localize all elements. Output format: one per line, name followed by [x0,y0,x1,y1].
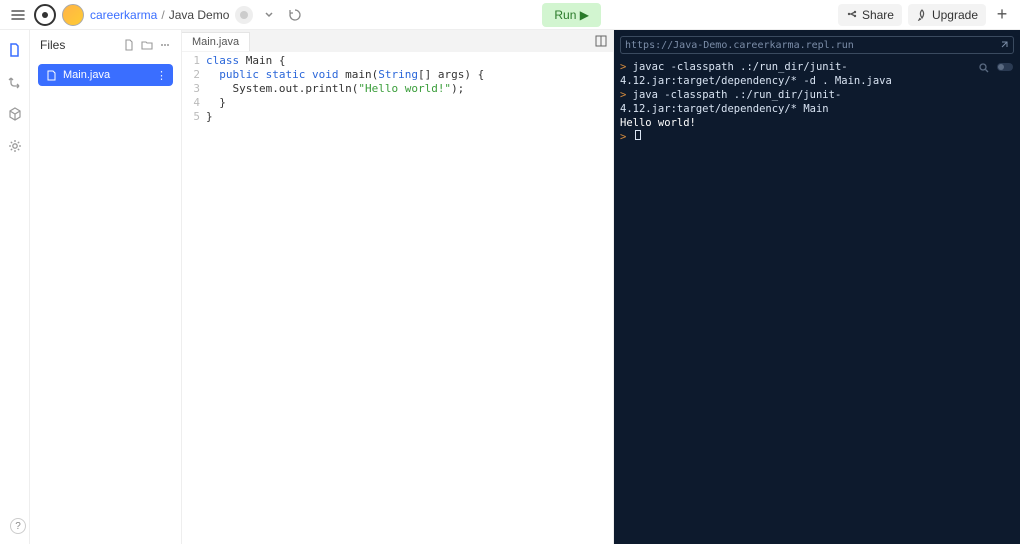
left-rail [0,30,30,544]
topbar: careerkarma / Java Demo Run ▶ Share Upgr… [0,0,1020,30]
hamburger-icon[interactable] [8,5,28,25]
file-item-main-java[interactable]: Main.java ⋮ [38,64,173,86]
layout-toggle-icon[interactable] [595,35,607,47]
packages-icon[interactable] [5,104,25,124]
upgrade-label: Upgrade [932,8,978,22]
share-button[interactable]: Share [838,4,902,26]
toggle-icon[interactable] [996,62,1014,72]
console-urlbar[interactable]: https://Java-Demo.careerkarma.repl.run [620,36,1014,54]
search-icon[interactable] [978,62,990,74]
help-button[interactable]: ? [10,518,26,534]
language-badge-icon[interactable] [235,6,253,24]
console-output[interactable]: > javac -classpath .:/run_dir/junit-4.12… [614,58,1020,544]
code-editor[interactable]: 12345 class Main { public static void ma… [182,52,613,544]
breadcrumb-project[interactable]: Java Demo [169,8,230,22]
history-icon[interactable] [285,5,305,25]
editor-tab-main-java[interactable]: Main.java [182,32,250,51]
files-rail-icon[interactable] [5,40,25,60]
file-icon [46,70,57,81]
files-more-icon[interactable] [159,39,171,51]
new-repl-button[interactable]: + [992,5,1012,25]
file-item-more-icon[interactable]: ⋮ [156,69,167,82]
settings-icon[interactable] [5,136,25,156]
chevron-down-icon[interactable] [259,5,279,25]
console-panel: https://Java-Demo.careerkarma.repl.run >… [614,30,1020,544]
files-panel-title: Files [40,38,123,52]
breadcrumb-separator: / [161,8,164,22]
console-url: https://Java-Demo.careerkarma.repl.run [625,40,995,51]
run-button[interactable]: Run ▶ [542,3,601,27]
editor-tabs: Main.java [182,30,613,52]
user-avatar[interactable] [62,4,84,26]
breadcrumb: careerkarma / Java Demo [90,8,229,22]
open-external-icon[interactable] [999,40,1009,50]
new-folder-icon[interactable] [141,39,153,51]
share-icon [846,9,858,21]
workspace: Files Main.java ⋮ Main.java 12345 class … [0,30,1020,544]
new-file-icon[interactable] [123,39,135,51]
version-control-icon[interactable] [5,72,25,92]
rocket-icon [916,9,928,21]
file-item-label: Main.java [63,69,110,81]
upgrade-button[interactable]: Upgrade [908,4,986,26]
replit-logo-icon[interactable] [34,4,56,26]
editor-panel: Main.java 12345 class Main { public stat… [182,30,614,544]
breadcrumb-user[interactable]: careerkarma [90,8,157,22]
share-label: Share [862,8,894,22]
files-panel: Files Main.java ⋮ [30,30,182,544]
